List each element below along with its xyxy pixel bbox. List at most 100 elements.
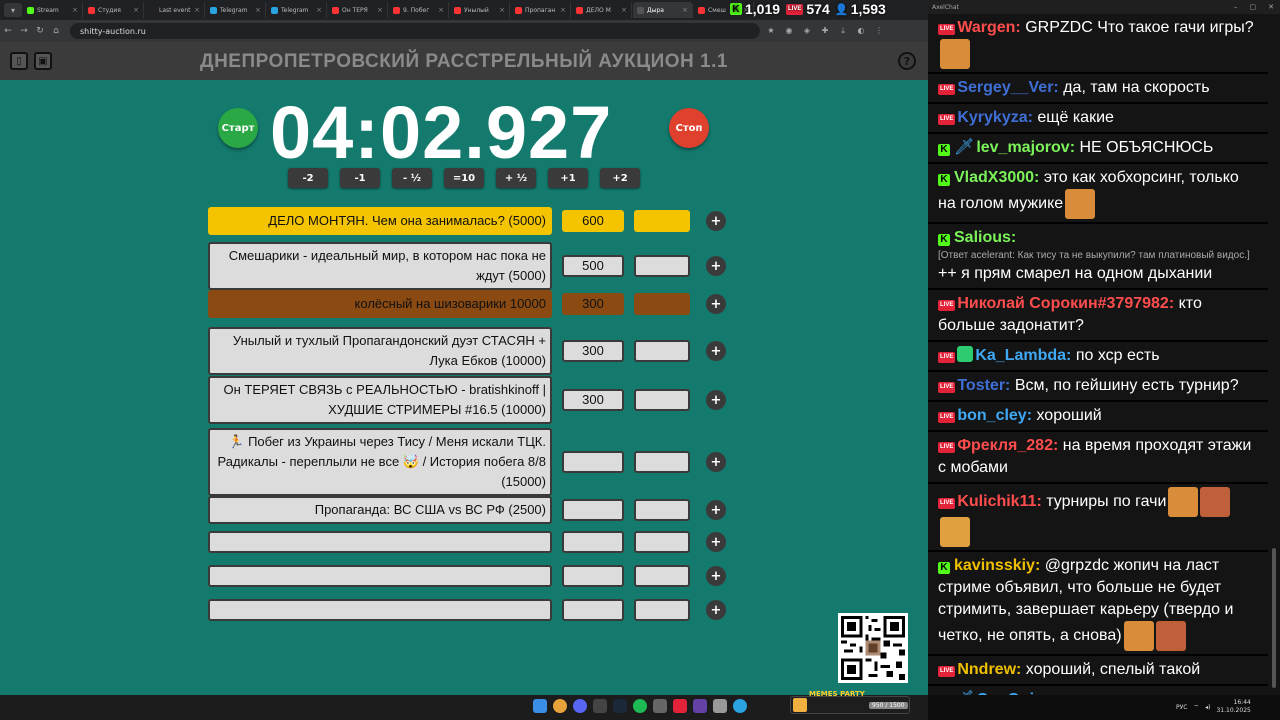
extension-icon[interactable]: ◈: [800, 26, 814, 36]
add-bid-button[interactable]: +: [706, 341, 726, 361]
browser-tab[interactable]: Унылый ×: [450, 2, 510, 18]
start-button[interactable]: Старт: [218, 108, 258, 148]
chat-username[interactable]: Salious:: [954, 229, 1016, 246]
tab-close-icon[interactable]: ×: [133, 6, 139, 14]
back-icon[interactable]: ←: [0, 26, 16, 36]
lot-add-amount-field[interactable]: [634, 210, 690, 232]
close-icon[interactable]: ✕: [1268, 3, 1274, 11]
app-icon[interactable]: [713, 699, 727, 713]
download-icon[interactable]: ⤓: [836, 26, 850, 36]
reload-icon[interactable]: ↻: [32, 26, 48, 36]
chat-username[interactable]: Ka_Lambda:: [975, 347, 1071, 364]
add-bid-button[interactable]: +: [706, 532, 726, 552]
lot-name-field[interactable]: Смешарики - идеальный мир, в котором нас…: [208, 242, 552, 290]
browser-tab[interactable]: Пропаган ×: [511, 2, 571, 18]
tab-close-icon[interactable]: ×: [255, 6, 261, 14]
lot-add-amount-field[interactable]: [634, 451, 690, 473]
app-icon[interactable]: [693, 699, 707, 713]
timer-adjust-button[interactable]: + ½: [496, 168, 536, 188]
tab-close-icon[interactable]: ×: [194, 6, 200, 14]
bookmark-star-icon[interactable]: ★: [764, 26, 778, 36]
browser-tab[interactable]: Студия ×: [84, 2, 144, 18]
chat-username[interactable]: Toster:: [957, 377, 1010, 394]
chat-username[interactable]: Wargen:: [957, 19, 1020, 36]
lot-name-field[interactable]: [208, 531, 552, 553]
lot-amount-field[interactable]: 300: [562, 389, 624, 411]
maximize-icon[interactable]: ▢: [1250, 3, 1257, 11]
lot-add-amount-field[interactable]: [634, 599, 690, 621]
add-bid-button[interactable]: +: [706, 211, 726, 231]
add-bid-button[interactable]: +: [706, 600, 726, 620]
url-field[interactable]: shitty-auction.ru: [70, 23, 760, 39]
add-bid-button[interactable]: +: [706, 452, 726, 472]
lot-add-amount-field[interactable]: [634, 531, 690, 553]
add-bid-button[interactable]: +: [706, 256, 726, 276]
stop-button[interactable]: Стоп: [669, 108, 709, 148]
chat-username[interactable]: Kulichik11:: [957, 493, 1041, 510]
telegram-icon[interactable]: [733, 699, 747, 713]
add-bid-button[interactable]: +: [706, 294, 726, 314]
lot-name-field[interactable]: Пропаганда: ВС США vs ВС РФ (2500): [208, 496, 552, 524]
browser-tab[interactable]: Telegram ×: [267, 2, 327, 18]
lot-add-amount-field[interactable]: [634, 340, 690, 362]
lot-add-amount-field[interactable]: [634, 565, 690, 587]
timer-adjust-button[interactable]: -1: [340, 168, 380, 188]
tab-close-icon[interactable]: ×: [682, 6, 688, 14]
forward-icon[interactable]: →: [16, 26, 32, 36]
browser-tab[interactable]: Дыра ×: [633, 2, 693, 18]
timer-adjust-button[interactable]: +1: [548, 168, 588, 188]
browser-tab[interactable]: ДЕЛО М ×: [572, 2, 632, 18]
browser-tab[interactable]: 9. Побег ×: [389, 2, 449, 18]
tab-close-icon[interactable]: ×: [560, 6, 566, 14]
network-icon[interactable]: ⌔: [1193, 703, 1199, 711]
lot-amount-field[interactable]: [562, 499, 624, 521]
add-bid-button[interactable]: +: [706, 390, 726, 410]
lot-amount-field[interactable]: [562, 531, 624, 553]
tab-close-icon[interactable]: ×: [621, 6, 627, 14]
lot-add-amount-field[interactable]: [634, 255, 690, 277]
chat-username[interactable]: VladX3000:: [954, 169, 1039, 186]
browser-tab[interactable]: Last event ×: [145, 2, 205, 18]
lot-add-amount-field[interactable]: [634, 293, 690, 315]
puzzle-icon[interactable]: ✚: [818, 26, 832, 36]
timer-adjust-button[interactable]: -2: [288, 168, 328, 188]
chrome-icon[interactable]: [553, 699, 567, 713]
lot-name-field[interactable]: колёсный на шизоварики 10000: [208, 290, 552, 318]
lang-indicator[interactable]: РУС: [1176, 704, 1187, 711]
chat-scrollbar[interactable]: [1272, 548, 1276, 688]
browser-tab[interactable]: Telegram ×: [206, 2, 266, 18]
chat-username[interactable]: Николай Сорокин#3797982:: [957, 295, 1174, 312]
app-icon[interactable]: [673, 699, 687, 713]
timer-adjust-button[interactable]: +2: [600, 168, 640, 188]
lot-add-amount-field[interactable]: [634, 499, 690, 521]
extension-icon[interactable]: ◉: [782, 26, 796, 36]
lot-amount-field[interactable]: 300: [562, 340, 624, 362]
app-icon[interactable]: [653, 699, 667, 713]
home-icon[interactable]: ⌂: [48, 26, 64, 36]
chat-username[interactable]: bon_cley:: [957, 407, 1032, 424]
add-bid-button[interactable]: +: [706, 566, 726, 586]
lot-amount-field[interactable]: [562, 451, 624, 473]
lot-amount-field[interactable]: 500: [562, 255, 624, 277]
chat-username[interactable]: Фрекля_282:: [957, 437, 1058, 454]
profile-icon[interactable]: ◐: [854, 26, 868, 36]
chat-username[interactable]: Kyrykyza:: [957, 109, 1033, 126]
lot-add-amount-field[interactable]: [634, 389, 690, 411]
chat-username[interactable]: Nndrew:: [957, 661, 1021, 678]
lot-amount-field[interactable]: [562, 565, 624, 587]
tab-close-icon[interactable]: ×: [438, 6, 444, 14]
help-icon[interactable]: ?: [898, 52, 916, 70]
menu-icon[interactable]: ⋮: [872, 26, 886, 36]
lot-name-field[interactable]: [208, 565, 552, 587]
browser-tab[interactable]: Stream ×: [23, 2, 83, 18]
lot-name-field[interactable]: Он ТЕРЯЕТ СВЯЗЬ с РЕАЛЬНОСТЬЮ - bratishk…: [208, 376, 552, 424]
lot-name-field[interactable]: [208, 599, 552, 621]
discord-icon[interactable]: [573, 699, 587, 713]
tab-close-icon[interactable]: ×: [316, 6, 322, 14]
timer-adjust-button[interactable]: - ½: [392, 168, 432, 188]
tab-close-icon[interactable]: ×: [499, 6, 505, 14]
lot-amount-field[interactable]: 300: [562, 293, 624, 315]
chat-username[interactable]: lev_majorov:: [976, 139, 1075, 156]
spotify-icon[interactable]: [633, 699, 647, 713]
minimize-icon[interactable]: –: [1234, 3, 1238, 11]
